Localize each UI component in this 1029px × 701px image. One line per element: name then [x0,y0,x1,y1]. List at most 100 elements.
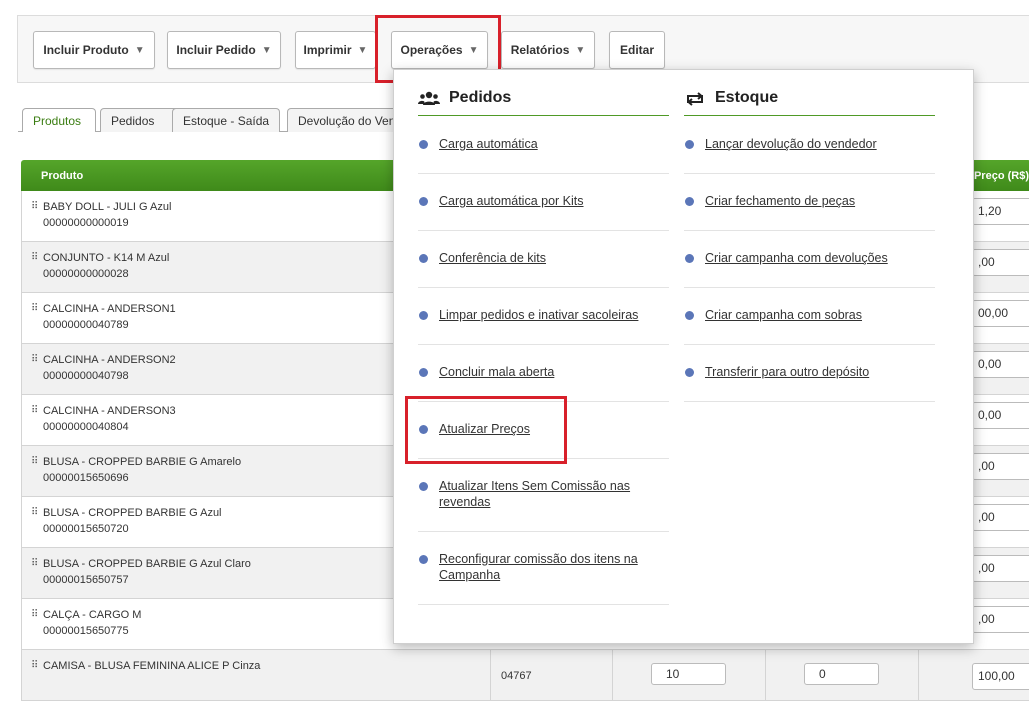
menu-link[interactable]: Reconfigurar comissão dos itens na Campa… [439,551,667,583]
bullet-icon [419,425,428,434]
drag-handle-icon[interactable]: ⠿ [31,354,38,365]
menu-link[interactable]: Carga automática [439,136,667,152]
menu-link[interactable]: Atualizar Preços [439,421,667,437]
section-title-text: Pedidos [449,89,512,106]
section-title-text: Estoque [715,89,779,106]
menu-link[interactable]: Lançar devolução do vendedor [705,136,933,152]
price-input[interactable]: ,00 [972,606,1029,633]
product-code: 00000000040789 [43,319,129,331]
product-name: CALCINHA - ANDERSON3 [43,405,176,417]
product-code: 00000000000028 [43,268,129,280]
product-name: BLUSA - CROPPED BARBIE G Azul [43,507,222,519]
menu-item-carga-automatica[interactable]: Carga automática [418,117,669,174]
menu-link[interactable]: Carga automática por Kits [439,193,667,209]
price-input[interactable]: 0,00 [972,351,1029,378]
product-code: 00000015650720 [43,523,129,535]
incluir-produto-button[interactable]: Incluir Produto ▼ [33,31,155,69]
menu-link[interactable]: Criar campanha com sobras [705,307,933,323]
column-divider [612,650,613,701]
drag-handle-icon[interactable]: ⠿ [31,609,38,620]
product-name: CALÇA - CARGO M [43,609,142,621]
table-row[interactable]: ⠿ CAMISA - BLUSA FEMININA ALICE P Cinza … [21,650,1029,701]
bullet-icon [419,254,428,263]
product-name: CALCINHA - ANDERSON1 [43,303,176,315]
price-input[interactable]: 0,00 [972,402,1029,429]
button-label: Relatórios [510,43,570,57]
operacoes-dropdown-menu: Pedidos Carga automática Carga automátic… [393,69,974,644]
tab-produtos[interactable]: Produtos [22,108,96,132]
menu-link[interactable]: Limpar pedidos e inativar sacoleiras [439,307,667,323]
button-label: Operações [400,43,463,57]
users-icon [418,91,440,105]
menu-item-concluir-mala[interactable]: Concluir mala aberta [418,345,669,402]
menu-item-atualizar-precos[interactable]: Atualizar Preços [418,402,669,459]
menu-item-conferencia-kits[interactable]: Conferência de kits [418,231,669,288]
product-name: BLUSA - CROPPED BARBIE G Azul Claro [43,558,251,570]
price-input[interactable]: ,00 [972,504,1029,531]
menu-link[interactable]: Criar campanha com devoluções [705,250,933,266]
quantity-input[interactable]: 10 [651,663,726,685]
caret-down-icon: ▼ [357,44,368,56]
menu-item-atualizar-itens-sem-comissao[interactable]: Atualizar Itens Sem Comissão nas revenda… [418,459,669,532]
price-input[interactable]: 00,00 [972,300,1029,327]
drag-handle-icon[interactable]: ⠿ [31,405,38,416]
bullet-icon [419,555,428,564]
caret-down-icon: ▼ [575,44,586,56]
menu-item-criar-fechamento[interactable]: Criar fechamento de peças [684,174,935,231]
drag-handle-icon[interactable]: ⠿ [31,660,38,671]
menu-item-campanha-sobras[interactable]: Criar campanha com sobras [684,288,935,345]
product-name: CAMISA - BLUSA FEMININA ALICE P Cinza [43,660,261,672]
drag-handle-icon[interactable]: ⠿ [31,252,38,263]
price-input[interactable]: ,00 [972,453,1029,480]
editar-button[interactable]: Editar [609,31,665,69]
price-input[interactable]: ,00 [972,555,1029,582]
caret-down-icon: ▼ [261,44,272,56]
product-name: BLUSA - CROPPED BARBIE G Amarelo [43,456,242,468]
product-name: BABY DOLL - JULI G Azul [43,201,172,213]
bullet-icon [419,311,428,320]
bullet-icon [685,311,694,320]
menu-item-carga-automatica-kits[interactable]: Carga automática por Kits [418,174,669,231]
bullet-icon [685,254,694,263]
menu-link[interactable]: Atualizar Itens Sem Comissão nas revenda… [439,478,667,510]
menu-link[interactable]: Transferir para outro depósito [705,364,933,380]
caret-down-icon: ▼ [134,44,145,56]
bullet-icon [419,140,428,149]
transfer-arrows-icon [686,92,704,106]
drag-handle-icon[interactable]: ⠿ [31,303,38,314]
menu-link[interactable]: Conferência de kits [439,250,667,266]
menu-item-campanha-devolucoes[interactable]: Criar campanha com devoluções [684,231,935,288]
drag-handle-icon[interactable]: ⠿ [31,558,38,569]
price-input[interactable]: 1,20 [972,198,1029,225]
incluir-pedido-button[interactable]: Incluir Pedido ▼ [167,31,281,69]
drag-handle-icon[interactable]: ⠿ [31,201,38,212]
menu-item-lancar-devolucao[interactable]: Lançar devolução do vendedor [684,117,935,174]
menu-link[interactable]: Concluir mala aberta [439,364,667,380]
drag-handle-icon[interactable]: ⠿ [31,456,38,467]
menu-link[interactable]: Criar fechamento de peças [705,193,933,209]
tab-estoque-saida[interactable]: Estoque - Saída [172,108,280,132]
header-preco: Preço (R$) [973,170,1029,182]
product-code: 00000015650775 [43,625,129,637]
product-code: 00000015650757 [43,574,129,586]
column-divider [918,650,919,701]
price-input[interactable]: ,00 [972,249,1029,276]
product-code: 00000000040804 [43,421,129,433]
menu-item-reconfigurar-comissao[interactable]: Reconfigurar comissão dos itens na Campa… [418,532,669,605]
relatorios-button[interactable]: Relatórios ▼ [501,31,595,69]
button-label: Imprimir [303,43,352,57]
product-code: 00000000000019 [43,217,129,229]
commission-input[interactable]: 0 [804,663,879,685]
menu-item-limpar-pedidos[interactable]: Limpar pedidos e inativar sacoleiras [418,288,669,345]
operacoes-button[interactable]: Operações ▼ [391,31,488,69]
imprimir-button[interactable]: Imprimir ▼ [295,31,376,69]
button-label: Incluir Pedido [176,43,256,57]
menu-item-transferir-deposito[interactable]: Transferir para outro depósito [684,345,935,402]
product-name: CONJUNTO - K14 M Azul [43,252,170,264]
bullet-icon [419,482,428,491]
bullet-icon [685,140,694,149]
bullet-icon [419,368,428,377]
bullet-icon [685,368,694,377]
drag-handle-icon[interactable]: ⠿ [31,507,38,518]
column-divider [765,650,766,701]
